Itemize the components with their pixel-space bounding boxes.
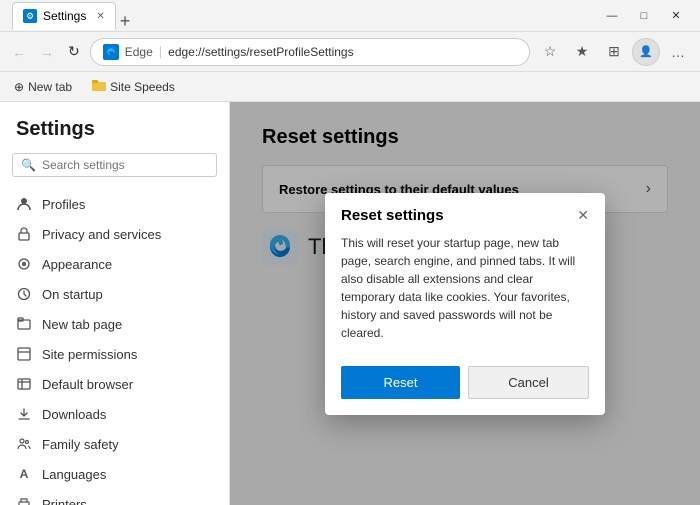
printers-icon [16,496,32,505]
defaultbrowser-icon [16,376,32,392]
dialog-actions: Reset Cancel [325,358,605,415]
sidebar-item-newtab[interactable]: New tab page [0,309,229,339]
tab-label: Settings [43,9,86,23]
back-button[interactable]: ← [8,40,30,64]
bookmarks-bar: ⊕ New tab Site Speeds [0,72,700,102]
downloads-icon [16,406,32,422]
address-input-wrap[interactable]: Edge | edge://settings/resetProfileSetti… [90,38,530,66]
sidebar-item-sitepermissions[interactable]: Site permissions [0,339,229,369]
favorites-bar-icon[interactable]: ★ [568,38,596,66]
sidebar-item-printers[interactable]: Printers [0,489,229,505]
sidebar: Settings 🔍 Profiles Privacy and services… [0,102,230,505]
bookmark-new-tab[interactable]: ⊕ New tab [8,78,78,96]
maximize-button[interactable]: □ [628,5,660,27]
search-box[interactable]: 🔍 [12,153,217,177]
sidebar-item-appearance[interactable]: Appearance [0,249,229,279]
site-speeds-label: Site Speeds [110,80,175,94]
cancel-button[interactable]: Cancel [468,366,589,399]
refresh-button[interactable]: ↻ [64,39,84,64]
new-tab-label: New tab [28,80,72,94]
forward-button[interactable]: → [36,40,58,64]
settings-tab[interactable]: ⚙ Settings ✕ [12,2,116,30]
sidebar-item-familysafety[interactable]: Family safety [0,429,229,459]
new-tab-button[interactable]: + [120,12,131,30]
bookmark-site-speeds[interactable]: Site Speeds [86,77,181,96]
edge-favicon [103,44,119,60]
sidebar-item-startup[interactable]: On startup [0,279,229,309]
search-input[interactable] [42,158,208,172]
privacy-icon [16,226,32,242]
languages-icon: A [16,466,32,482]
profiles-icon [16,196,32,212]
search-box-wrap: 🔍 [0,153,229,189]
address-separator: | [159,44,162,59]
familysafety-icon [16,436,32,452]
sitepermissions-icon [16,346,32,362]
main-area: Settings 🔍 Profiles Privacy and services… [0,102,700,505]
content-area: Reset settings Restore settings to their… [230,102,700,505]
folder-icon [92,79,106,94]
newtab-icon [16,316,32,332]
dialog-close-button[interactable]: ✕ [577,207,589,224]
sidebar-item-profiles[interactable]: Profiles [0,189,229,219]
title-bar: ⚙ Settings ✕ + — □ ✕ [0,0,700,32]
appearance-icon [16,256,32,272]
reset-settings-dialog: Reset settings ✕ This will reset your st… [325,193,605,415]
search-icon: 🔍 [21,158,36,172]
minimize-button[interactable]: — [596,5,628,27]
settings-more-icon[interactable]: … [664,38,692,66]
address-bar: ← → ↻ Edge | edge://settings/resetProfil… [0,32,700,72]
window-controls: — □ ✕ [596,5,692,27]
favorites-icon[interactable]: ☆ [536,38,564,66]
sidebar-item-languages[interactable]: A Languages [0,459,229,489]
sidebar-item-privacy[interactable]: Privacy and services [0,219,229,249]
dialog-body: This will reset your startup page, new t… [325,234,605,358]
dialog-header: Reset settings ✕ [325,193,605,234]
reset-button[interactable]: Reset [341,366,460,399]
close-button[interactable]: ✕ [660,5,692,27]
toolbar-icons: ☆ ★ ⊞ 👤 … [536,38,692,66]
tab-group: ⚙ Settings ✕ + [12,2,130,30]
sidebar-title: Settings [0,118,229,153]
collections-icon[interactable]: ⊞ [600,38,628,66]
profile-avatar[interactable]: 👤 [632,38,660,66]
sidebar-item-downloads[interactable]: Downloads [0,399,229,429]
tab-close-icon[interactable]: ✕ [96,11,104,22]
sidebar-item-defaultbrowser[interactable]: Default browser [0,369,229,399]
tab-favicon: ⚙ [23,9,37,23]
dialog-title: Reset settings [341,207,444,224]
dialog-overlay: Reset settings ✕ This will reset your st… [230,102,700,505]
address-url: edge://settings/resetProfileSettings [168,45,353,59]
new-tab-icon: ⊕ [14,80,24,94]
startup-icon [16,286,32,302]
address-edge-label: Edge [125,45,153,59]
